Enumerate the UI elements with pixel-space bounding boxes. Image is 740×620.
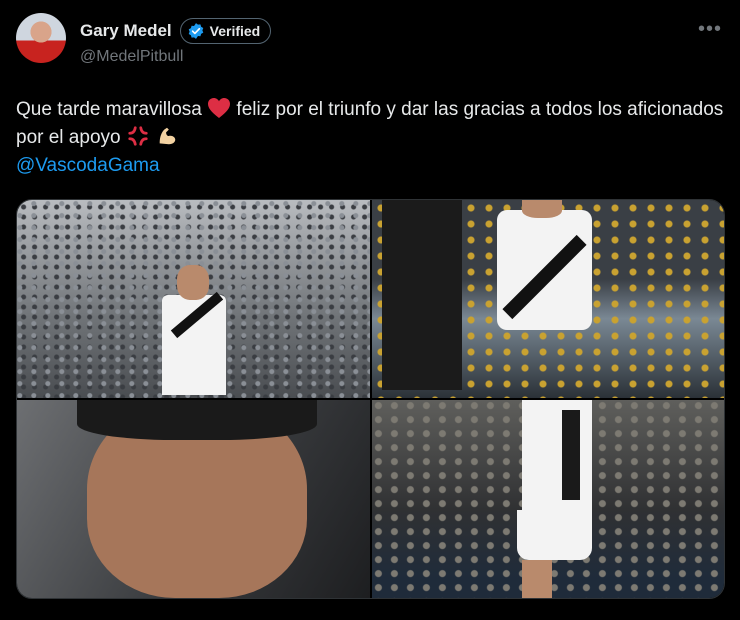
tweet-text: Que tarde maravillosa feliz por el triun…	[16, 96, 726, 152]
heart-emoji-icon	[208, 98, 231, 118]
author-handle[interactable]: @MedelPitbull	[80, 48, 183, 66]
tweet-text-part1: Que tarde maravillosa	[16, 99, 208, 120]
author-avatar[interactable]	[16, 13, 66, 63]
verified-badge[interactable]: Verified	[179, 18, 272, 44]
tweet-photo-4[interactable]	[372, 400, 724, 598]
media-grid	[16, 199, 725, 599]
verified-label: Verified	[209, 23, 261, 39]
mention-link[interactable]: @VascodaGama	[16, 155, 160, 177]
more-icon[interactable]: •••	[698, 18, 722, 41]
author-name[interactable]: Gary Medel	[80, 21, 172, 41]
tweet-photo-1[interactable]	[17, 200, 370, 398]
tweet-photo-2[interactable]	[372, 200, 724, 398]
tweet-photo-3[interactable]	[17, 400, 370, 598]
anger-symbol-emoji-icon	[128, 126, 148, 146]
verified-badge-icon	[188, 23, 203, 39]
flexed-biceps-emoji-icon	[159, 127, 176, 145]
